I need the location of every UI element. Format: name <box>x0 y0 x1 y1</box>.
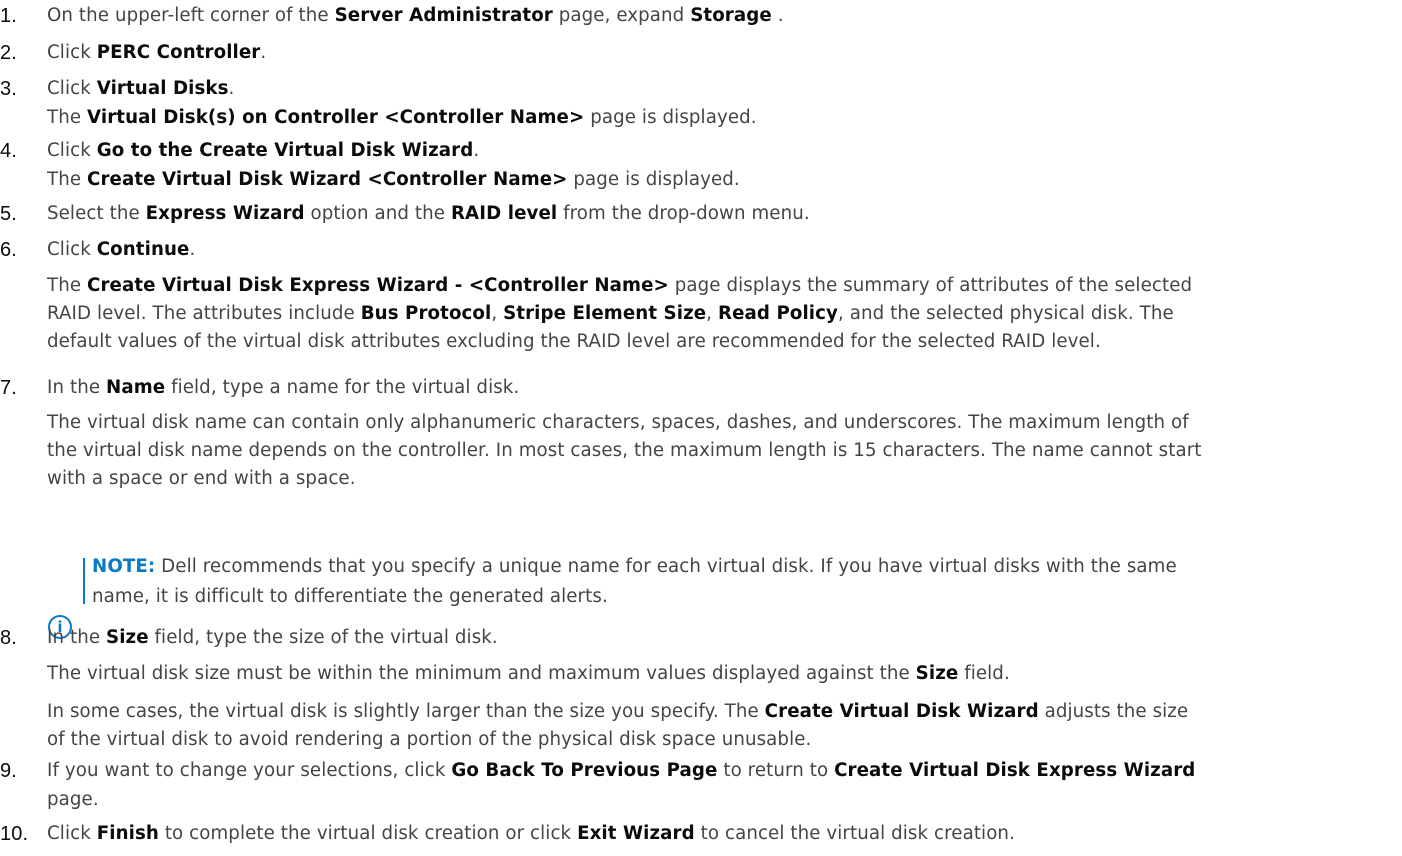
step-number: 4. <box>0 140 17 163</box>
step-number: 7. <box>0 376 17 399</box>
step-text: Select the Express Wizard option and the… <box>47 202 810 224</box>
para-line: the virtual disk name depends on the con… <box>47 440 1202 462</box>
step-result: The Create Virtual Disk Wizard <Controll… <box>47 169 740 191</box>
step-text: Click Finish to complete the virtual dis… <box>47 822 1015 844</box>
step-text: If you want to change your selections, c… <box>47 760 1196 782</box>
note-box: NOTE: Dell recommends that you specify a… <box>92 552 1177 612</box>
note-divider <box>83 557 85 604</box>
para-line: In some cases, the virtual disk is sligh… <box>47 700 1189 722</box>
para-line: The Create Virtual Disk Express Wizard -… <box>47 274 1193 296</box>
step-text: In the Name field, type a name for the v… <box>47 376 520 398</box>
note-line: name, it is difficult to differentiate t… <box>92 586 608 608</box>
step-number: 8. <box>0 627 17 650</box>
step-text: In the Size field, type the size of the … <box>47 627 498 649</box>
step-number: 10. <box>0 822 29 845</box>
para-line: default values of the virtual disk attri… <box>47 330 1101 352</box>
step-number: 6. <box>0 238 17 261</box>
note-label: NOTE: <box>92 556 156 578</box>
step-text: On the upper-left corner of the Server A… <box>47 5 784 27</box>
para-line: The virtual disk size must be within the… <box>47 662 1010 684</box>
step-number: 1. <box>0 5 17 28</box>
step-8-description-2: In some cases, the virtual disk is sligh… <box>47 698 1188 754</box>
step-text: Click Virtual Disks. <box>47 77 235 99</box>
step-number: 3. <box>0 77 17 100</box>
step-number: 5. <box>0 202 17 225</box>
step-text-continuation: page. <box>47 789 99 811</box>
step-6-description: The Create Virtual Disk Express Wizard -… <box>47 272 1192 356</box>
para-line: with a space or end with a space. <box>47 468 356 490</box>
note-line: NOTE: Dell recommends that you specify a… <box>92 556 1177 578</box>
step-text: Click Go to the Create Virtual Disk Wiza… <box>47 140 480 162</box>
para-line: of the virtual disk to avoid rendering a… <box>47 728 812 750</box>
step-number: 2. <box>0 41 17 64</box>
step-text: Click PERC Controller. <box>47 41 267 63</box>
step-result: The Virtual Disk(s) on Controller <Contr… <box>47 106 757 128</box>
step-8-description-1: The virtual disk size must be within the… <box>47 660 1010 688</box>
para-line: The virtual disk name can contain only a… <box>47 412 1189 434</box>
para-line: RAID level. The attributes include Bus P… <box>47 302 1174 324</box>
step-7-description: The virtual disk name can contain only a… <box>47 409 1202 493</box>
step-text: Click Continue. <box>47 238 196 260</box>
step-number: 9. <box>0 760 17 783</box>
